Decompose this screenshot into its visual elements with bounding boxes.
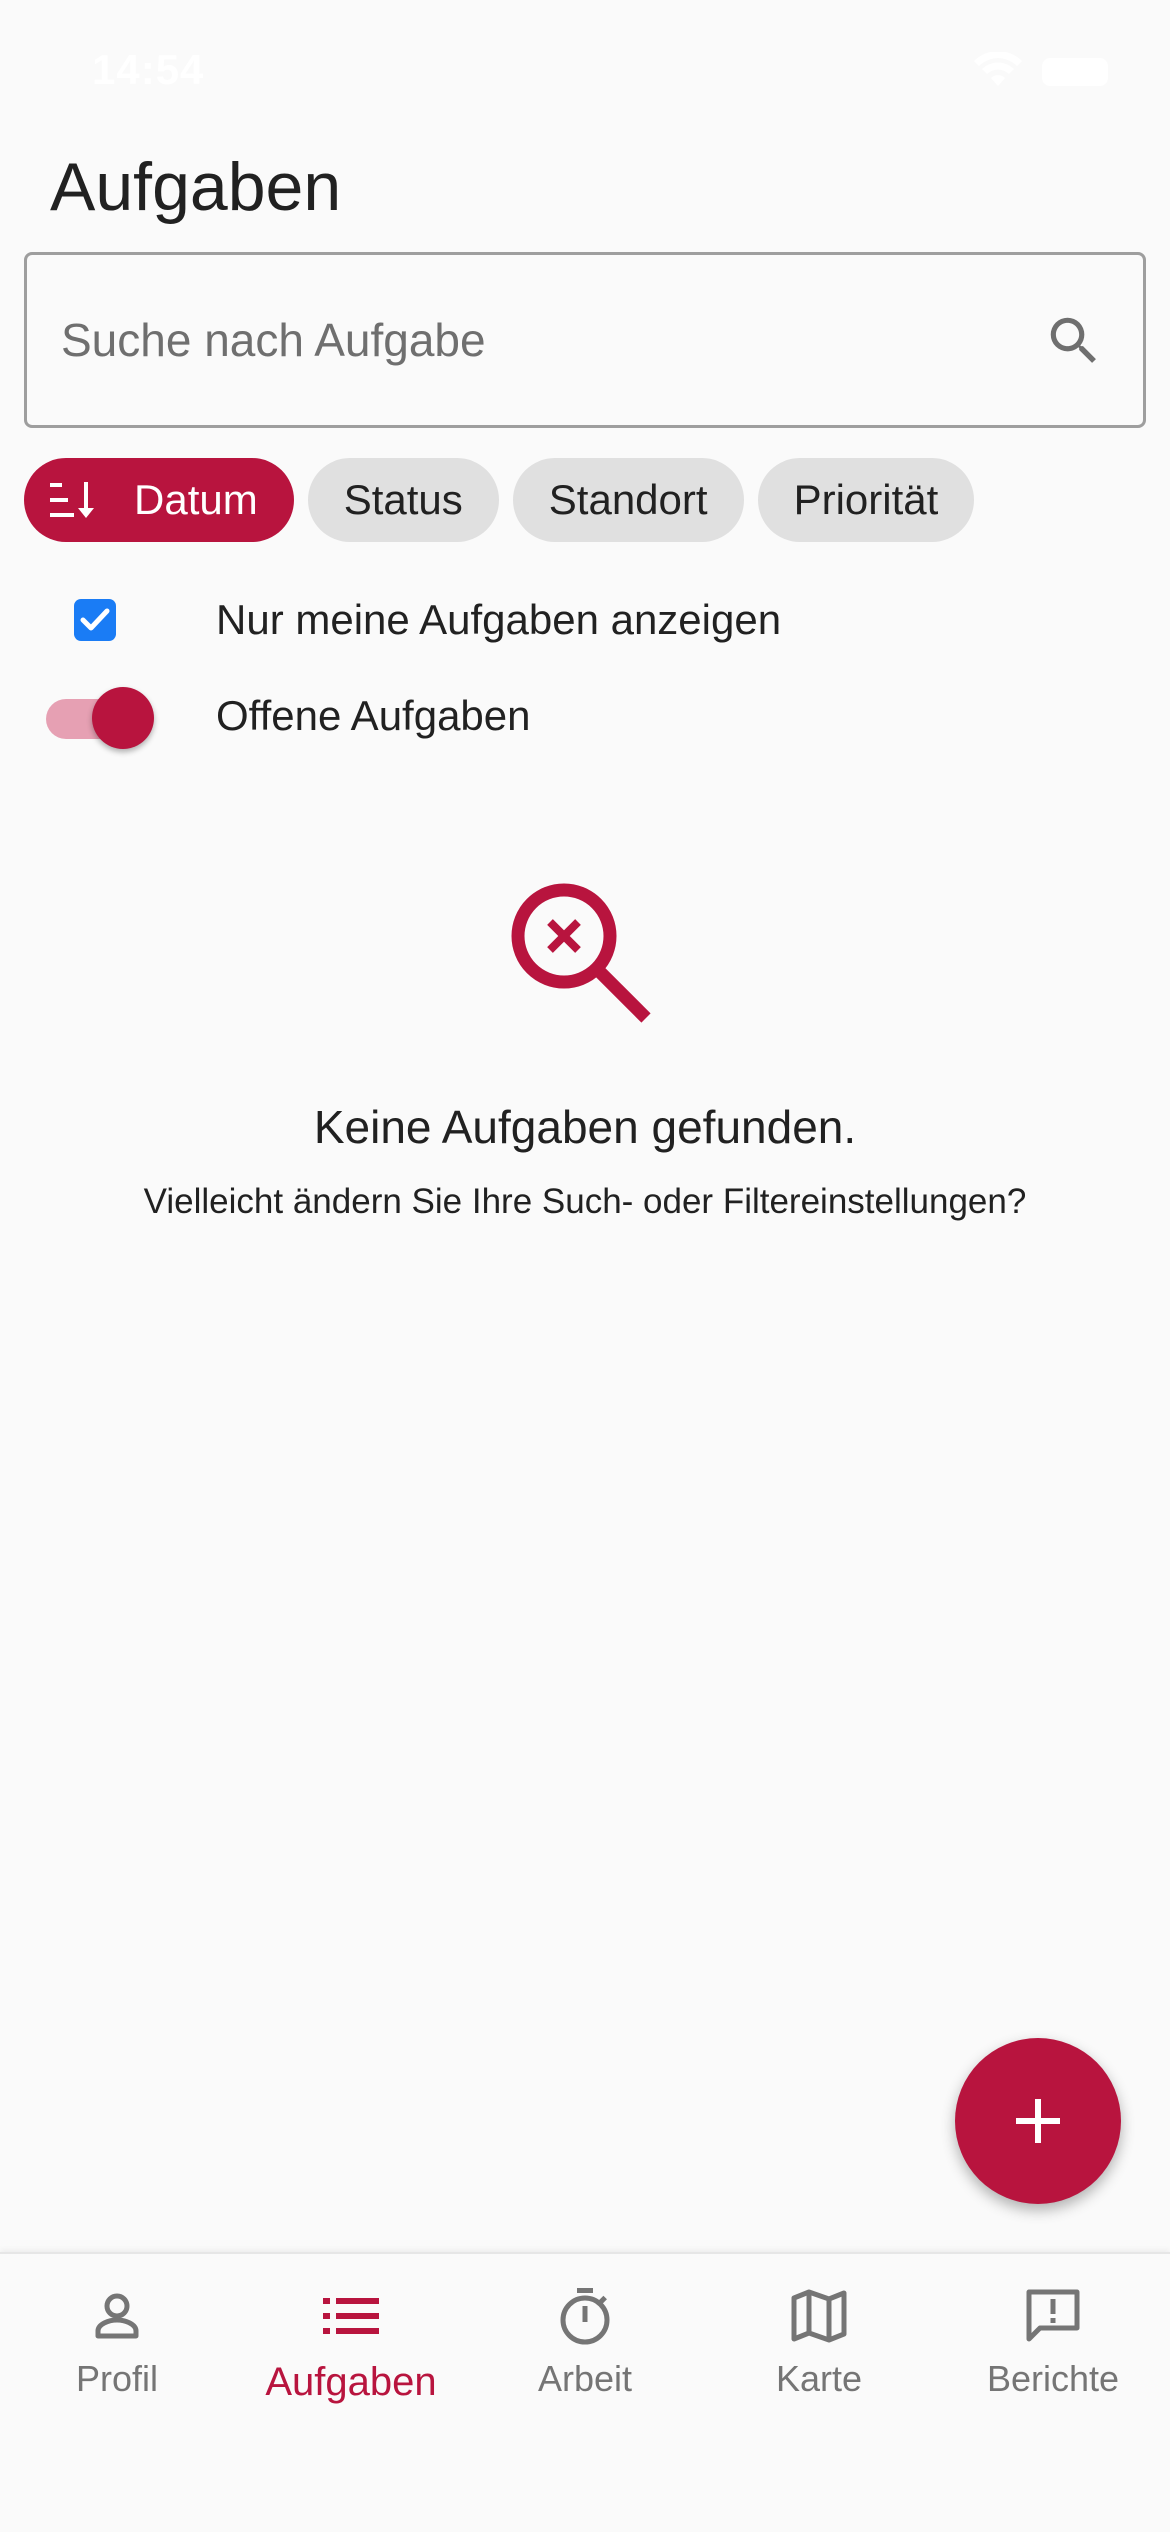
chip-label: Datum bbox=[134, 476, 258, 523]
empty-state-title: Keine Aufgaben gefunden. bbox=[313, 1101, 857, 1153]
nav-item-berichte[interactable]: Berichte bbox=[936, 2254, 1170, 2434]
open-tasks-label: Offene Aufgaben bbox=[216, 692, 531, 739]
nav-item-karte[interactable]: Karte bbox=[702, 2254, 936, 2434]
map-icon bbox=[791, 2289, 847, 2343]
chip-label: Status bbox=[343, 476, 463, 523]
nav-label: Karte bbox=[775, 2358, 863, 2399]
status-time: 14:54 bbox=[92, 46, 205, 93]
chip-datum[interactable]: Datum bbox=[24, 458, 294, 542]
check-icon bbox=[80, 608, 110, 631]
chip-status[interactable]: Status bbox=[307, 458, 499, 542]
screen: 14:54 Aufgaben Datum Status bbox=[0, 0, 1170, 2532]
sort-icon bbox=[50, 482, 94, 518]
empty-state-subtitle: Vielleicht ändern Sie Ihre Such- oder Fi… bbox=[143, 1182, 1027, 1221]
chip-prioritaet[interactable]: Priorität bbox=[757, 458, 975, 542]
add-task-button[interactable] bbox=[955, 2038, 1121, 2204]
only-mine-row[interactable]: Nur meine Aufgaben anzeigen bbox=[0, 575, 1170, 665]
only-mine-checkbox[interactable] bbox=[74, 599, 116, 641]
search-input[interactable] bbox=[61, 255, 1021, 425]
nav-label: Arbeit bbox=[537, 2358, 633, 2399]
nav-item-aufgaben[interactable]: Aufgaben bbox=[234, 2254, 468, 2434]
only-mine-label: Nur meine Aufgaben anzeigen bbox=[216, 596, 782, 643]
wifi-icon bbox=[974, 52, 1022, 86]
nav-label: Berichte bbox=[986, 2358, 1120, 2399]
timer-icon bbox=[560, 2288, 610, 2345]
list-icon bbox=[323, 2298, 379, 2334]
chip-standort[interactable]: Standort bbox=[512, 458, 744, 542]
search-off-icon bbox=[511, 883, 651, 1023]
nav-label: Aufgaben bbox=[265, 2360, 437, 2404]
plus-icon bbox=[1016, 2099, 1060, 2143]
battery-icon bbox=[1042, 58, 1108, 86]
search-icon[interactable] bbox=[1043, 310, 1105, 372]
chip-label: Priorität bbox=[793, 476, 939, 523]
search-box[interactable] bbox=[24, 252, 1146, 428]
page-title: Aufgaben bbox=[50, 149, 342, 225]
report-icon bbox=[1026, 2289, 1080, 2342]
person-icon bbox=[95, 2293, 139, 2339]
filter-chips: Datum Status Standort Priorität bbox=[24, 458, 975, 542]
nav-item-arbeit[interactable]: Arbeit bbox=[468, 2254, 702, 2434]
nav-item-profil[interactable]: Profil bbox=[0, 2254, 234, 2434]
open-tasks-row[interactable]: Offene Aufgaben bbox=[0, 671, 1170, 761]
status-bar: 14:54 bbox=[0, 0, 1170, 140]
chip-label: Standort bbox=[548, 476, 708, 523]
toggle-thumb[interactable] bbox=[92, 687, 154, 749]
nav-label: Profil bbox=[75, 2358, 159, 2399]
bottom-nav: Profil Aufgaben Arbeit Karte Berichte bbox=[0, 2252, 1170, 2532]
